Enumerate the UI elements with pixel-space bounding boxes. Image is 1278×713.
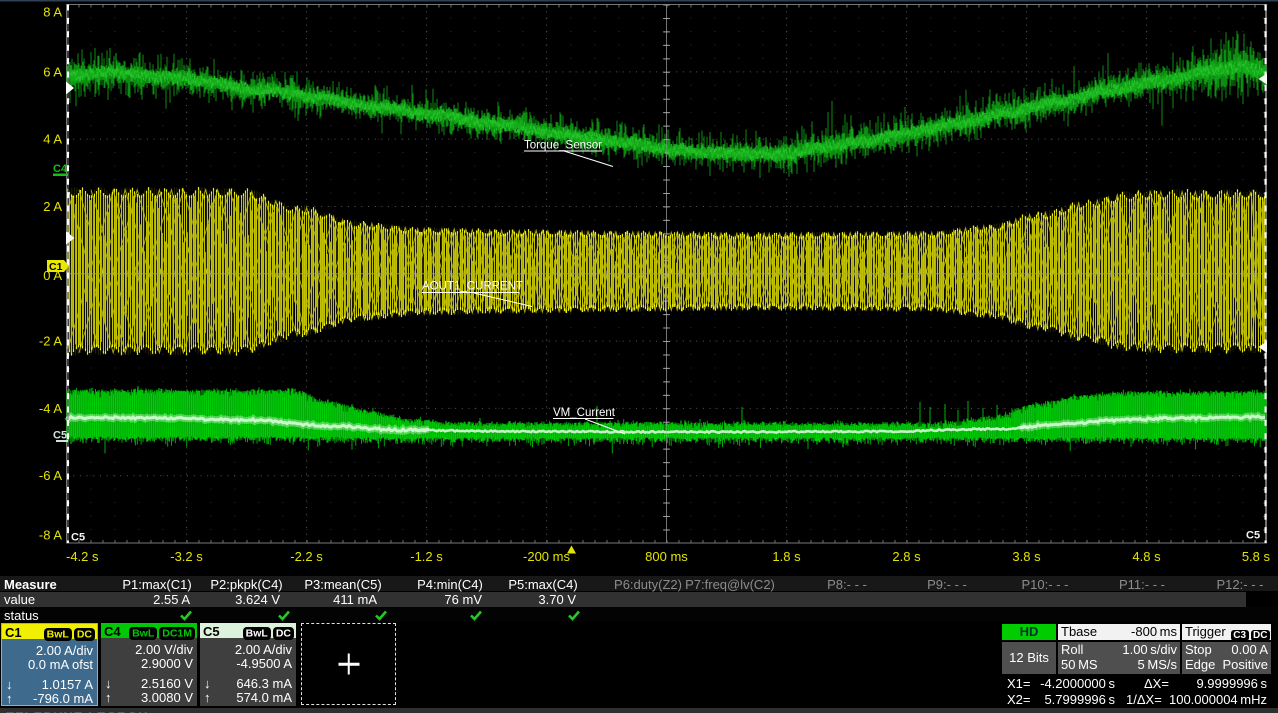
svg-text:1.8 s: 1.8 s [772,549,801,564]
svg-text:AOUT1_CURRENT: AOUT1_CURRENT [422,281,523,293]
svg-text:VM_Current: VM_Current [553,407,616,419]
svg-text:-8 A: -8 A [39,527,62,542]
svg-text:6 A: 6 A [43,64,62,79]
svg-text:-4.2 s: -4.2 s [66,549,99,564]
svg-text:-4 A: -4 A [39,401,62,416]
svg-text:-6 A: -6 A [39,468,62,483]
svg-text:2 A: 2 A [43,199,62,214]
svg-text:800 ms: 800 ms [645,549,688,564]
svg-text:8 A: 8 A [43,5,62,20]
svg-text:C4: C4 [53,163,68,175]
svg-text:-3.2 s: -3.2 s [170,549,203,564]
svg-text:Torque_Sensor: Torque_Sensor [524,140,602,152]
svg-text:-200 ms: -200 ms [523,549,570,564]
svg-text:C5: C5 [1246,530,1260,542]
svg-text:-1.2 s: -1.2 s [410,549,443,564]
svg-text:3.8 s: 3.8 s [1012,549,1041,564]
svg-text:C5: C5 [53,430,67,442]
svg-text:0 A: 0 A [43,268,62,283]
svg-text:-2.2 s: -2.2 s [290,549,323,564]
svg-text:2.8 s: 2.8 s [892,549,921,564]
svg-text:5.8 s: 5.8 s [1242,549,1271,564]
svg-text:4 A: 4 A [43,132,62,147]
svg-text:C5: C5 [71,532,85,544]
svg-text:-2 A: -2 A [39,334,62,349]
svg-text:4.8 s: 4.8 s [1132,549,1161,564]
